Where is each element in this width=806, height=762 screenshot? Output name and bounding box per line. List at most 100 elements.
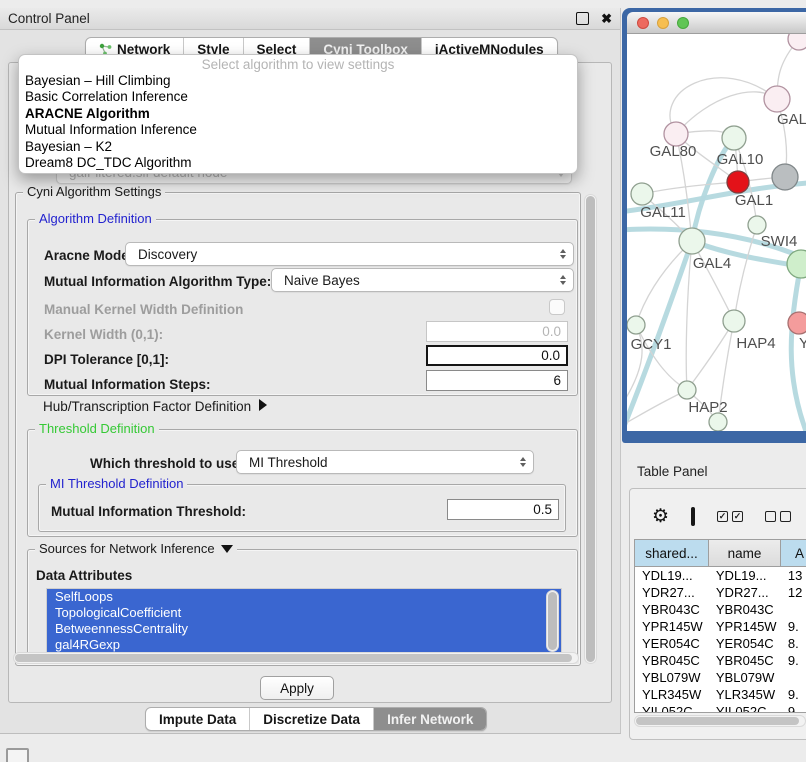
settings-horizontal-scrollbar[interactable] [13,652,579,664]
control-panel-titlebar[interactable]: Control Panel ✖ [0,8,620,30]
table-horizontal-scrollbar[interactable] [634,715,806,727]
table-cell[interactable]: 13 [781,567,806,584]
node-gal11[interactable] [631,183,653,205]
node-hap4[interactable] [723,310,745,332]
close-icon[interactable]: ✖ [601,13,612,24]
node-gray[interactable] [772,164,798,190]
table-row[interactable]: YBR045CYBR045C9. [635,652,806,669]
network-view-window: GALGAL80GAL10GAL1GAL11SWI4GAL4GCY1HAP4YH… [622,8,806,443]
tab-impute-data[interactable]: Impute Data [146,708,250,730]
node-label: GAL10 [717,151,764,168]
table-row[interactable]: YIL052CYIL052C9 [635,703,806,713]
table-cell[interactable]: 9. [781,652,806,669]
column-header[interactable]: A [781,540,806,566]
table-cell[interactable]: YBR045C [635,652,709,669]
table-cell[interactable]: YIL052C [635,703,709,713]
data-attributes-list[interactable]: SelfLoopsTopologicalCoefficientBetweenne… [46,588,562,654]
select-all-columns-icon[interactable]: ✓✓ [717,511,743,522]
attribute-item[interactable]: SelfLoops [47,589,561,605]
table-cell[interactable]: YBL079W [635,669,709,686]
table-cell[interactable]: YIL052C [709,703,781,713]
tab-infer-network[interactable]: Infer Network [374,708,486,730]
node-table: shared...nameA YDL19...YDL19...13YDR27..… [634,539,806,713]
table-row[interactable]: YPR145WYPR145W9. [635,618,806,635]
apply-button[interactable]: Apply [260,676,334,700]
table-cell[interactable]: YBR045C [709,652,781,669]
algorithm-option[interactable]: Mutual Information Inference [19,122,577,138]
minimize-window-icon[interactable] [657,17,669,29]
column-header[interactable]: shared... [635,540,709,566]
table-cell[interactable]: YER054C [709,635,781,652]
mi-threshold-field[interactable] [447,499,559,520]
algorithm-option[interactable]: Dream8 DC_TDC Algorithm [19,155,577,171]
node-gal1[interactable] [727,171,749,193]
table-cell[interactable]: YPR145W [709,618,781,635]
which-threshold-combobox[interactable]: MI Threshold [236,450,534,474]
float-window-icon[interactable] [576,12,589,25]
table-cell[interactable]: 9. [781,686,806,703]
tab-discretize-data[interactable]: Discretize Data [250,708,374,730]
node-hap2[interactable] [678,381,696,399]
mi-algorithm-type-combobox[interactable]: Naive Bayes [271,268,574,292]
deselect-all-columns-icon[interactable] [765,511,791,522]
table-cell[interactable]: YPR145W [635,618,709,635]
algorithm-option[interactable]: Bayesian – K2 [19,139,577,155]
table-cell[interactable]: YDL19... [635,567,709,584]
table-cell[interactable] [781,669,806,686]
algorithm-combobox-placeholder[interactable]: Select algorithm to view settings [19,55,577,73]
node-top-right[interactable] [788,34,806,50]
table-cell[interactable]: YBL079W [709,669,781,686]
table-cell[interactable]: YER054C [635,635,709,652]
table-cell[interactable]: 9 [781,703,806,713]
table-cell[interactable]: 9. [781,618,806,635]
close-window-icon[interactable] [637,17,649,29]
mi-threshold-label: Mutual Information Threshold: [51,504,246,519]
zoom-window-icon[interactable] [677,17,689,29]
attribute-item[interactable]: BetweennessCentrality [47,621,561,637]
sources-title[interactable]: Sources for Network Inference [35,541,237,556]
algorithm-option[interactable]: Bayesian – Hill Climbing [19,73,577,89]
attribute-item[interactable]: TopologicalCoefficient [47,605,561,621]
column-header[interactable]: name [709,540,781,566]
table-row[interactable]: YDR27...YDR27...12 [635,584,806,601]
network-window-titlebar[interactable] [627,12,806,34]
table-cell[interactable]: YBR043C [635,601,709,618]
table-row[interactable]: YDL19...YDL19...13 [635,567,806,584]
restore-panel-icon[interactable] [6,748,29,762]
table-cell[interactable]: 12 [781,584,806,601]
sources-box: Sources for Network Inference Data Attri… [27,549,578,659]
kernel-width-field[interactable] [426,321,568,342]
settings-vertical-scrollbar[interactable] [584,194,597,664]
aracne-mode-combobox[interactable]: Discovery [125,242,574,266]
node-gal4[interactable] [679,228,705,254]
node-swi4[interactable] [748,216,766,234]
attribute-item[interactable]: gal4RGexp [47,637,561,653]
table-cell[interactable]: YDR27... [709,584,781,601]
tab-label: Infer Network [387,712,473,727]
table-cell[interactable]: YLR345W [709,686,781,703]
table-row[interactable]: YER054CYER054C8. [635,635,806,652]
table-cell[interactable]: YLR345W [635,686,709,703]
table-cell[interactable]: YDL19... [709,567,781,584]
table-cell[interactable] [781,601,806,618]
table-row[interactable]: YBR043CYBR043C [635,601,806,618]
mi-steps-field[interactable] [426,370,568,391]
node-gcy1[interactable] [627,316,645,334]
manual-kernel-checkbox[interactable] [549,299,565,315]
table-cell[interactable]: YDR27... [635,584,709,601]
dpi-tolerance-field[interactable] [426,345,568,366]
node-gal10[interactable] [722,126,746,150]
table-cell[interactable]: YBR043C [709,601,781,618]
table-row[interactable]: YLR345WYLR345W9. [635,686,806,703]
attribute-list-scrollbar[interactable] [546,590,559,652]
node-gal-right[interactable] [764,86,790,112]
table-cell[interactable]: 8. [781,635,806,652]
table-row[interactable]: YBL079WYBL079W [635,669,806,686]
algorithm-option[interactable]: Basic Correlation Inference [19,89,577,105]
algorithm-option[interactable]: ARACNE Algorithm [19,106,577,122]
node-salmon-right[interactable] [788,312,806,334]
split-view-icon[interactable] [691,507,695,526]
settings-gear-icon[interactable]: ⚙ [652,505,669,528]
network-canvas[interactable]: GALGAL80GAL10GAL1GAL11SWI4GAL4GCY1HAP4YH… [627,34,806,431]
hub-definition-toggle[interactable]: Hub/Transcription Factor Definition [43,399,267,414]
